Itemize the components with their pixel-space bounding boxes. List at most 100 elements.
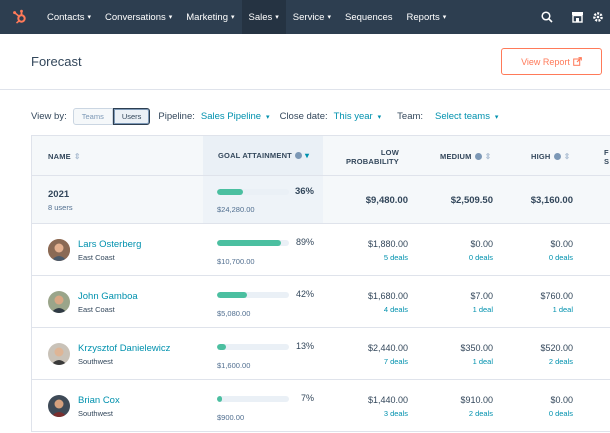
user-name-link[interactable]: Krzysztof Danielewicz (78, 343, 170, 354)
goal-progress-bar (217, 292, 289, 298)
medium-deals-link[interactable]: 1 deal (473, 305, 493, 314)
user-name-link[interactable]: Brian Cox (78, 395, 120, 406)
column-medium[interactable]: MEDIUM ⇕ (440, 152, 492, 161)
table-row: John Gamboa East Coast 42% $5,080.00 $1,… (32, 276, 610, 328)
chevron-down-icon: ▾ (275, 14, 279, 21)
team-dropdown[interactable]: Select teams ▾ (435, 111, 498, 122)
user-team: East Coast (78, 253, 115, 262)
nav-conversations[interactable]: Conversations ▾ (98, 0, 179, 34)
goal-cell (203, 224, 323, 275)
nav-contacts[interactable]: Contacts ▾ (40, 0, 98, 34)
pipeline-value: Sales Pipeline (200, 110, 262, 122)
chevron-down-icon: ▾ (168, 14, 173, 21)
table-row: Brian Cox Southwest 7% $900.00 $1,440.00… (32, 380, 610, 432)
high-value: $0.00 (550, 239, 573, 249)
medium-deals-link[interactable]: 1 deal (473, 357, 493, 366)
nav-contacts-label: Contacts (47, 11, 85, 23)
nav-service[interactable]: Service ▾ (286, 0, 338, 34)
medium-value: $7.00 (470, 291, 493, 301)
column-high[interactable]: HIGH ⇕ (531, 152, 570, 161)
page-title: Forecast (31, 54, 82, 69)
info-icon (474, 153, 482, 160)
medium-value: $350.00 (460, 343, 493, 353)
forecast-table: NAME ⇕ GOAL ATTAINMENT ▾ LOW PROBABILITY M… (31, 135, 610, 432)
low-value: $9,480.00 (365, 195, 408, 206)
nav-right-tools (532, 0, 610, 34)
low-deals-link[interactable]: 4 deals (384, 305, 408, 314)
goal-percent: 89% (295, 237, 314, 247)
goal-percent: 7% (300, 393, 314, 403)
hubspot-logo-icon[interactable] (0, 0, 40, 34)
sort-icon: ⇕ (563, 152, 571, 161)
view-by-toggle: Teams Users (72, 107, 151, 125)
chevron-down-icon: ▾ (327, 14, 331, 21)
view-report-button[interactable]: View Report (501, 48, 602, 75)
settings-icon[interactable] (592, 0, 610, 34)
low-deals-link[interactable]: 5 deals (384, 253, 408, 262)
high-deals-link[interactable]: 0 deals (549, 409, 573, 418)
table-row: Krzysztof Danielewicz Southwest 13% $1,6… (32, 328, 610, 380)
goal-progress-bar (217, 240, 289, 246)
column-forecast-label-2: S (604, 157, 610, 166)
user-name-link[interactable]: Lars Osterberg (78, 239, 141, 250)
medium-deals-link[interactable]: 0 deals (469, 253, 493, 262)
close-date-label: Close date: (279, 110, 328, 122)
avatar (48, 343, 70, 365)
goal-cell (203, 328, 323, 379)
marketplace-icon[interactable] (562, 0, 592, 34)
column-medium-label: MEDIUM (440, 152, 472, 161)
column-low-probability[interactable]: LOW PROBABILITY (345, 148, 399, 166)
goal-progress-fill (217, 189, 243, 195)
medium-deals-link[interactable]: 2 deals (469, 409, 493, 418)
nav-sequences[interactable]: Sequences (338, 0, 400, 34)
user-name-link[interactable]: John Gamboa (78, 291, 138, 302)
sort-icon: ⇕ (484, 152, 492, 161)
goal-progress-fill (217, 396, 223, 402)
view-by-label: View by: (31, 110, 67, 122)
pipeline-label: Pipeline: (158, 110, 195, 122)
goal-progress-fill (217, 240, 282, 246)
view-by-teams-button[interactable]: Teams (72, 107, 113, 125)
nav-sales-label: Sales (248, 11, 273, 23)
high-deals-link[interactable]: 2 deals (549, 357, 573, 366)
low-value: $1,440.00 (367, 395, 408, 405)
total-year: 2021 (48, 189, 70, 200)
avatar (48, 395, 70, 417)
user-team: East Coast (78, 305, 115, 314)
close-date-dropdown[interactable]: This year ▾ (334, 111, 382, 122)
nav-marketing[interactable]: Marketing ▾ (179, 0, 241, 34)
column-goal-attainment[interactable]: GOAL ATTAINMENT ▾ (203, 136, 323, 175)
low-deals-link[interactable]: 7 deals (384, 357, 408, 366)
nav-sequences-label: Sequences (344, 11, 393, 23)
view-by-users-button[interactable]: Users (112, 107, 151, 125)
column-name[interactable]: NAME ⇕ (48, 152, 81, 161)
goal-cell (203, 276, 323, 327)
medium-value: $0.00 (470, 239, 493, 249)
view-report-label: View Report (521, 56, 570, 67)
page-header: Forecast View Report (0, 34, 610, 90)
nav-reports[interactable]: Reports ▾ (400, 0, 454, 34)
high-deals-link[interactable]: 0 deals (549, 253, 573, 262)
chevron-down-icon: ▾ (264, 113, 270, 121)
column-forecast-label-1: F (604, 148, 609, 157)
nav-sales[interactable]: Sales ▾ (241, 0, 286, 34)
goal-percent: 42% (295, 289, 314, 299)
low-deals-link[interactable]: 3 deals (384, 409, 408, 418)
goal-amount: $5,080.00 (217, 309, 251, 318)
high-value: $760.00 (540, 291, 573, 301)
medium-value: $910.00 (460, 395, 493, 405)
nav-marketing-label: Marketing (186, 11, 228, 23)
low-value: $2,440.00 (367, 343, 408, 353)
goal-progress-bar (217, 344, 289, 350)
column-high-label: HIGH (531, 152, 551, 161)
pipeline-dropdown[interactable]: Sales Pipeline ▾ (201, 111, 270, 122)
top-nav: Contacts ▾ Conversations ▾ Marketing ▾ Sale… (0, 0, 610, 34)
user-team: Southwest (78, 357, 114, 366)
column-forecast[interactable]: F S (604, 148, 609, 166)
high-deals-link[interactable]: 1 deal (553, 305, 573, 314)
high-value: $520.00 (540, 343, 573, 353)
goal-progress-bar (217, 396, 289, 402)
high-value: $3,160.00 (530, 195, 573, 206)
close-date-value: This year (333, 110, 373, 122)
search-icon[interactable] (532, 0, 562, 34)
